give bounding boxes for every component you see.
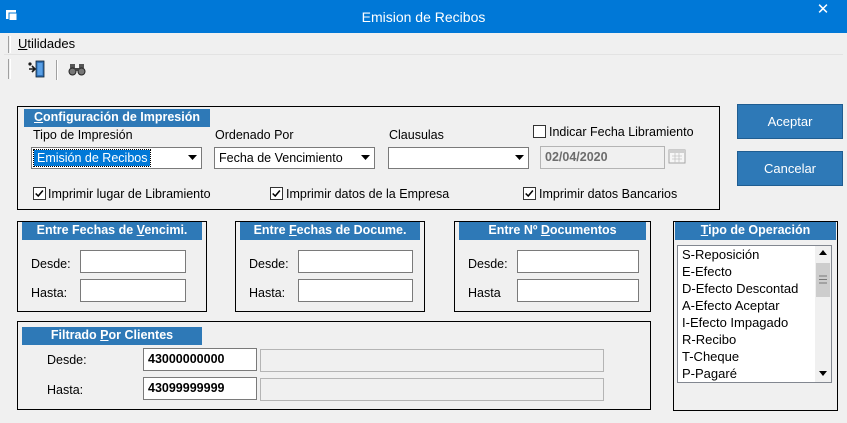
venc-desde-label: Desde: [31,257,71,271]
clientes-hasta-label: Hasta: [47,383,84,397]
checkbox-check-icon [525,190,534,198]
close-icon[interactable]: ✕ [807,0,839,22]
ndoc-desde-field[interactable] [517,250,639,273]
imprimir-bancarios-checkbox[interactable] [523,187,536,200]
list-item[interactable]: P-Pagaré [682,366,737,381]
title-bar: Emision de Recibos ✕ [0,0,847,33]
list-item[interactable]: T-Cheque [682,349,739,364]
list-item[interactable]: A-Efecto Aceptar [682,298,780,313]
tipo-impresion-select[interactable]: Emisión de Recibos [31,147,202,169]
toolbar [4,56,843,82]
dropdown-arrow-icon [515,155,524,160]
ndoc-desde-label: Desde: [468,257,508,271]
clientes-hasta-code-field[interactable]: 43099999999 [143,377,257,400]
window-title: Emision de Recibos [361,9,486,25]
clientes-desde-code-field[interactable]: 43000000000 [143,348,257,371]
docu-hasta-label: Hasta: [249,286,286,300]
cancelar-button[interactable]: Cancelar [737,151,843,186]
indicar-fecha-label: Indicar Fecha Libramiento [549,125,694,139]
docu-hasta-field[interactable] [298,279,413,302]
list-item[interactable]: D-Efecto Descontad [682,281,798,296]
search-button[interactable] [66,58,88,80]
tipo-impresion-label: Tipo de Impresión [33,128,133,142]
ndoc-hasta-field[interactable] [517,279,639,302]
venc-desde-field[interactable] [80,250,186,273]
imprimir-empresa-label: Imprimir datos de la Empresa [286,187,450,201]
ordenado-por-select[interactable]: Fecha de Vencimiento [214,147,375,169]
dropdown-arrow-icon [361,155,370,160]
menu-bar: Utilidades [4,34,843,55]
tipo-impresion-value: Emisión de Recibos [32,149,152,167]
docu-desde-label: Desde: [249,257,289,271]
tipo-operacion-title: Tipo de Operación [675,222,836,240]
indicar-fecha-checkbox[interactable] [533,125,546,138]
scrollbar-thumb[interactable] [816,263,830,297]
imprimir-lugar-checkbox[interactable] [33,187,46,200]
dropdown-arrow-icon [188,155,197,160]
ordenado-por-label: Ordenado Por [215,128,294,142]
tipo-operacion-scrollbar[interactable] [815,246,831,382]
exit-button[interactable] [26,58,48,80]
clientes-hasta-name-field [260,378,604,401]
imprimir-empresa-checkbox[interactable] [270,187,283,200]
filtrado-clientes-title: Filtrado Por Clientes [22,327,202,345]
numero-documentos-title: Entre Nº Documentos [459,222,646,240]
checkbox-check-icon [272,190,281,198]
clientes-desde-name-field [260,349,604,372]
checkbox-check-icon [35,190,44,198]
menubar-grip [8,36,11,53]
calendar-button[interactable] [668,148,686,164]
clientes-desde-label: Desde: [47,353,87,367]
list-item[interactable]: E-Efecto [682,264,732,279]
venc-hasta-field[interactable] [80,279,186,302]
toolbar-grip [8,59,11,79]
clausulas-select[interactable] [388,147,529,169]
ordenado-por-value: Fecha de Vencimiento [219,151,343,165]
list-item[interactable]: S-Reposición [682,247,759,262]
fecha-libramiento-field[interactable]: 02/04/2020 [540,146,665,169]
calendar-icon [668,149,686,164]
menu-utilidades[interactable]: Utilidades [18,36,75,51]
fechas-documento-title: Entre Fechas de Docume. [240,222,420,240]
config-impresion-title: Configuración de Impresión [24,109,210,127]
clausulas-label: Clausulas [389,128,444,142]
toolbar-separator [56,60,58,80]
tipo-operacion-list[interactable]: S-Reposición E-Efecto D-Efecto Descontad… [677,245,832,383]
exit-door-icon [28,60,45,78]
ndoc-hasta-label: Hasta [468,286,501,300]
imprimir-lugar-label: Imprimir lugar de Libramiento [48,187,211,201]
docu-desde-field[interactable] [298,250,413,273]
list-item[interactable]: I-Efecto Impagado [682,315,788,330]
thumb-grip-icon [819,275,827,284]
list-item[interactable]: R-Recibo [682,332,736,347]
venc-hasta-label: Hasta: [31,286,68,300]
binoculars-icon [68,64,86,76]
scroll-up-icon[interactable] [819,250,827,255]
aceptar-button[interactable]: Aceptar [737,104,843,139]
scroll-down-icon[interactable] [819,371,827,376]
fechas-vencimiento-title: Entre Fechas de Vencimi. [22,222,202,240]
imprimir-bancarios-label: Imprimir datos Bancarios [539,187,678,201]
